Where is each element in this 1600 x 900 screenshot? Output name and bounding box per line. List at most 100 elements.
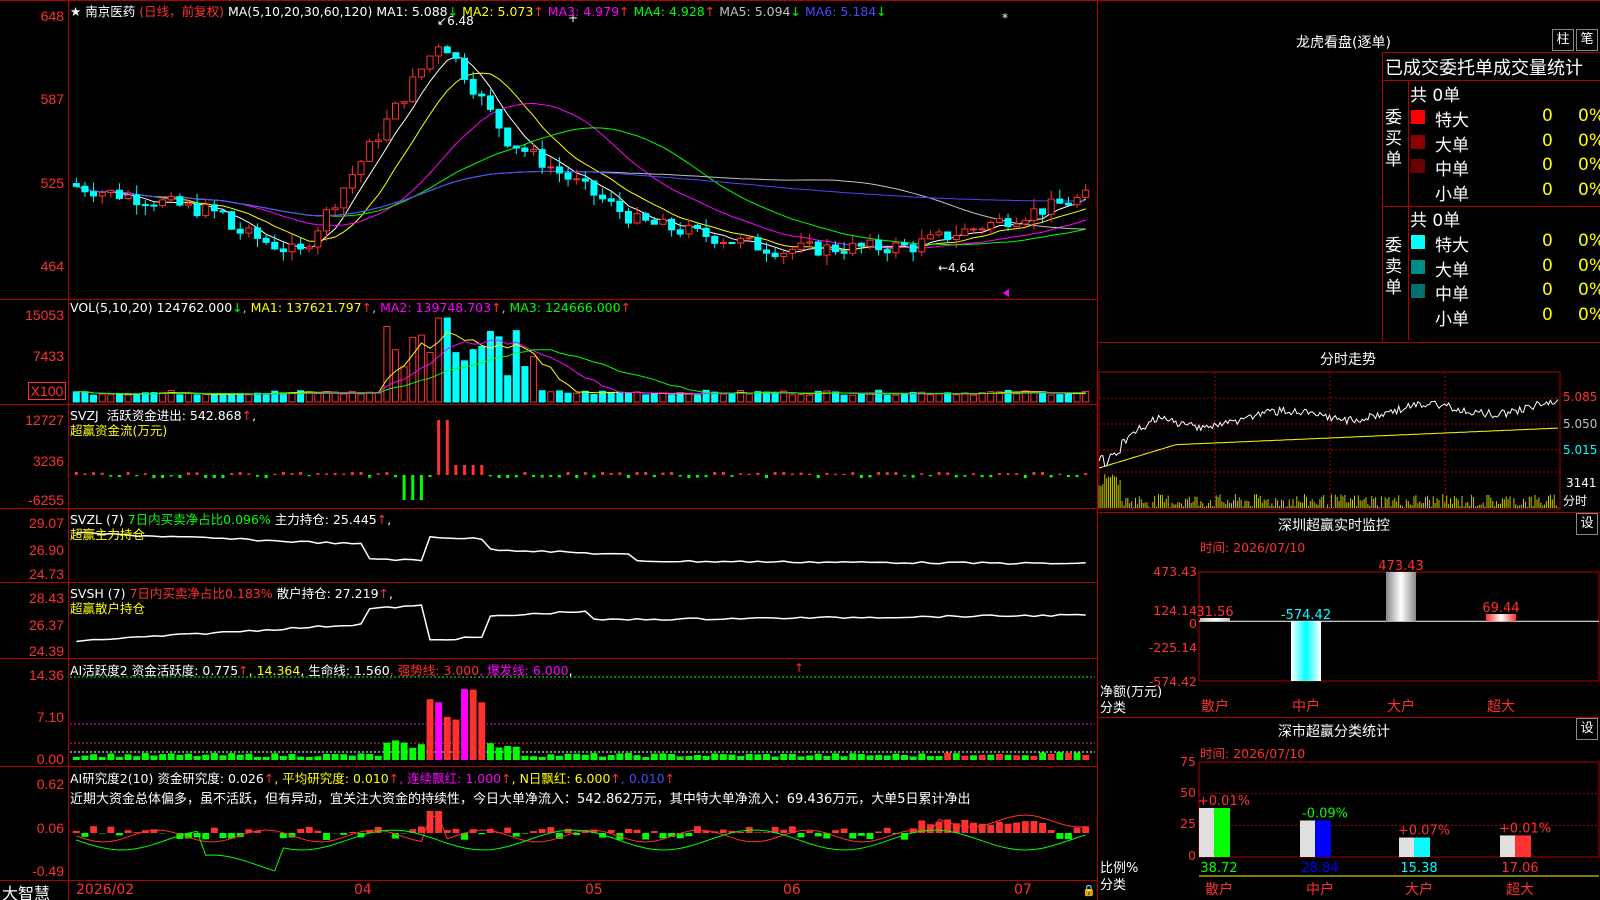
candle-body (573, 178, 581, 181)
activity-bar (81, 755, 89, 760)
activity-bar (340, 754, 348, 760)
sell-rows-pct-0: 0% (1578, 231, 1600, 251)
monitor-category-0: 散户 (1201, 698, 1229, 715)
sell-rows-label-0: 特大 (1435, 236, 1469, 256)
monitor-category-2: 大户 (1387, 698, 1415, 715)
candle-body (624, 210, 632, 224)
candle-body (771, 252, 779, 257)
activity-bar (133, 756, 141, 760)
activity-bar (107, 753, 115, 760)
flow-bar (471, 465, 475, 475)
flow-bar (497, 475, 501, 478)
volume-bar (435, 317, 443, 403)
star-icon[interactable]: ★ (70, 4, 81, 19)
candle-body (486, 95, 494, 110)
volume-bar (762, 391, 771, 403)
svzl-ytick-2: 26.90 (28, 542, 64, 558)
volume-bar (944, 392, 952, 403)
candle-body (417, 68, 425, 78)
activity-bar (573, 753, 581, 760)
activity-bar (676, 756, 684, 760)
flow-bar (626, 475, 630, 478)
monitor-title: 深圳超赢实时监控 (1278, 518, 1390, 534)
candle-body (935, 231, 943, 236)
activity-bar (176, 754, 184, 760)
monitor-time: 时间: 2026/07/10 (1200, 540, 1306, 555)
research-bar (797, 833, 805, 838)
flow-bar (808, 473, 812, 475)
activity-bar (495, 747, 503, 760)
monitor-ytick-4: -225.14 (1148, 640, 1197, 655)
volume-bar (693, 394, 701, 403)
research-bar (1030, 821, 1038, 833)
longhu-title: 龙虎看盘(逐单) (1296, 35, 1391, 51)
vol-title[interactable]: VOL(5,10,20) (70, 300, 153, 315)
flow-bar (454, 465, 458, 475)
activity-bar (918, 753, 926, 760)
classify-category-1: 中户 (1306, 881, 1334, 898)
flow-bar (592, 475, 596, 478)
classify-bar-a-2 (1399, 837, 1414, 857)
candle-body (530, 149, 538, 152)
research-bar (883, 827, 891, 833)
stock-name[interactable]: 南京医药 (85, 4, 135, 19)
volume-bar (521, 366, 529, 403)
stock-period[interactable]: (日线，前复权) (139, 4, 224, 19)
flow-bar (635, 472, 639, 475)
flow-bar (238, 472, 242, 475)
candle-body (504, 127, 512, 147)
ai-research-title[interactable]: AI研究度2(10) (70, 771, 153, 786)
candle-body (469, 78, 477, 95)
activity-bar (788, 753, 796, 760)
volume-bar (504, 375, 512, 403)
bar-view-button[interactable]: 柱 (1552, 29, 1574, 51)
activity-bar (254, 756, 261, 760)
volume-bar (72, 391, 80, 403)
buy-total: 共 0单 (1410, 86, 1461, 106)
buy-rows-swatch-1 (1411, 134, 1425, 149)
flow-bar (368, 475, 372, 478)
volume-bar (642, 394, 650, 403)
volume-bar (219, 393, 227, 403)
volume-bar (892, 394, 900, 403)
volume-bar (590, 393, 598, 403)
monitor-settings-button[interactable]: 设 (1576, 513, 1598, 535)
research-bar (1004, 823, 1012, 833)
research-bar (417, 826, 425, 833)
flow-bar (402, 475, 406, 500)
candle-body (599, 194, 607, 200)
buy-side-label: 委买单 (1385, 108, 1402, 170)
volume-bar (875, 389, 883, 403)
lock-icon[interactable]: 🔒 (1082, 884, 1096, 897)
activity-bar (426, 699, 434, 760)
classify-settings-button[interactable]: 设 (1576, 718, 1598, 740)
research-bar (504, 827, 512, 833)
flow-bar (937, 472, 941, 475)
ai-active-ytick-1: 14.36 (28, 667, 64, 683)
candle-body (1039, 208, 1047, 215)
research-bar (857, 833, 865, 836)
candle-body (633, 213, 641, 224)
candle-body (176, 196, 184, 206)
activity-bar (892, 753, 900, 760)
research-bar (970, 822, 977, 833)
main-panel-header: ★ 南京医药 (日线，前复权) MA(5,10,20,30,60,120) MA… (70, 1, 887, 20)
activity-bar (1082, 755, 1090, 760)
volume-bar (728, 393, 736, 403)
longhu-header: 已成交委托单成交量统计 (1385, 58, 1583, 79)
flow-bar (601, 472, 605, 475)
activity-bar (624, 753, 632, 760)
intraday-avg-line (1098, 427, 1559, 469)
activity-bar (486, 743, 494, 760)
intraday-price-2: 5.050 (1563, 417, 1598, 431)
activity-bar (72, 756, 80, 760)
brand-label[interactable]: 大智慧 (2, 880, 50, 900)
flow-bar (299, 472, 303, 475)
vol-unit-box[interactable]: X100 (28, 382, 66, 400)
tick-view-button[interactable]: 笔 (1576, 29, 1598, 51)
classify-change-3: +0.01% (1499, 821, 1551, 836)
flow-bar (445, 420, 449, 475)
ai-active-title[interactable]: AI活跃度2 (70, 663, 128, 678)
flow-bar (747, 473, 751, 475)
research-bar (512, 833, 520, 837)
